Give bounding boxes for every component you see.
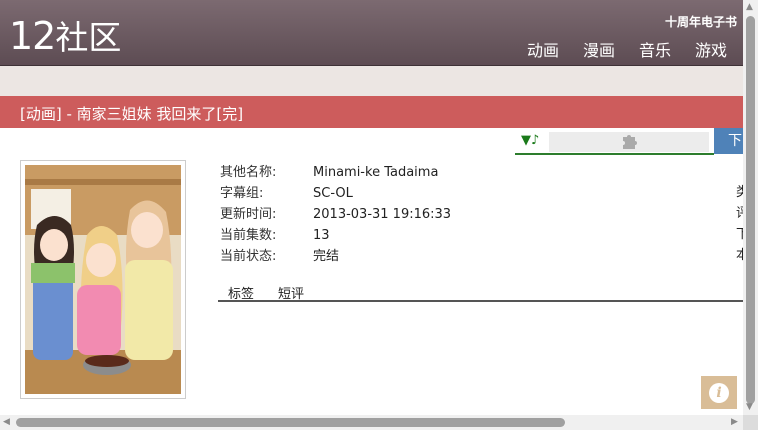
detail-tabs: 标签 短评 xyxy=(218,281,743,302)
scroll-right-icon[interactable]: ▶ xyxy=(731,417,738,427)
vertical-scroll-thumb[interactable] xyxy=(746,16,755,404)
info-label: 当前集数: xyxy=(220,228,277,243)
logo-text: 社区 xyxy=(55,18,122,57)
download-button[interactable]: 下载 xyxy=(714,128,743,154)
info-value: 13 xyxy=(313,228,330,243)
site-header: 12社区 十周年电子书 动画 漫画 音乐 游戏 xyxy=(0,0,743,66)
nav-item-anime[interactable]: 动画 xyxy=(527,37,559,61)
info-value: Minami-ke Tadaima xyxy=(313,165,439,180)
plugin-placeholder[interactable] xyxy=(549,132,709,152)
info-label: 更新时间: xyxy=(220,207,277,222)
vertical-scrollbar[interactable]: ▲ ▼ xyxy=(743,0,758,415)
main-nav: 动画 漫画 音乐 游戏 xyxy=(527,37,727,61)
scroll-left-icon[interactable]: ◀ xyxy=(3,417,10,427)
info-label: 其他名称: xyxy=(220,165,277,180)
poster-illustration xyxy=(25,165,181,394)
music-player: ▼♪ xyxy=(515,131,714,155)
nav-item-manga[interactable]: 漫画 xyxy=(583,37,615,61)
music-note-icon[interactable]: ▼♪ xyxy=(521,133,539,148)
sub-nav-bar xyxy=(0,66,743,96)
tab-tags[interactable]: 标签 xyxy=(228,283,254,302)
anniversary-link[interactable]: 十周年电子书 xyxy=(665,13,737,30)
info-value[interactable]: SC-OL xyxy=(313,185,353,202)
horizontal-scrollbar[interactable]: ◀ ▶ xyxy=(0,415,743,430)
info-button[interactable]: i xyxy=(701,376,737,409)
horizontal-scroll-thumb[interactable] xyxy=(16,418,565,427)
anime-poster xyxy=(20,160,186,399)
site-logo[interactable]: 12社区 xyxy=(9,14,121,60)
info-value: 2013-03-31 19:16:33 xyxy=(313,207,452,222)
info-icon: i xyxy=(709,383,729,403)
scroll-up-icon[interactable]: ▲ xyxy=(746,2,753,12)
nav-item-music[interactable]: 音乐 xyxy=(639,37,671,61)
info-label: 字幕组: xyxy=(220,186,264,201)
scrollbar-corner xyxy=(743,415,758,430)
logo-number: 12 xyxy=(9,14,56,58)
page-title: [动画] - 南家三姐妹 我回来了[完] xyxy=(20,105,244,123)
tab-short-reviews[interactable]: 短评 xyxy=(278,283,304,302)
info-value: 完结 xyxy=(313,249,340,264)
scroll-down-icon[interactable]: ▼ xyxy=(746,402,753,412)
puzzle-icon xyxy=(620,132,638,155)
info-label: 当前状态: xyxy=(220,249,277,264)
nav-item-games[interactable]: 游戏 xyxy=(695,37,727,61)
page-title-bar: [动画] - 南家三姐妹 我回来了[完] xyxy=(0,96,743,128)
